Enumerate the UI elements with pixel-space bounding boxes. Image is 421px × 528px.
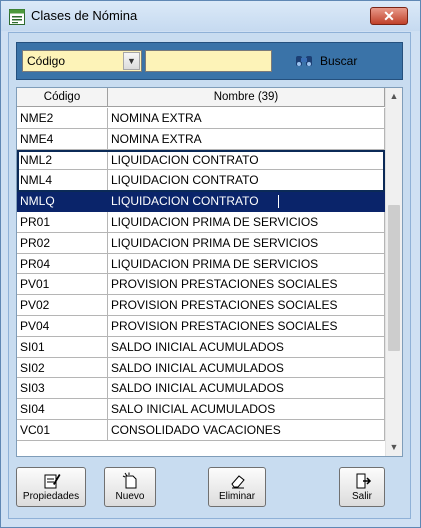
table-row[interactable]: PV01 PROVISION PRESTACIONES SOCIALES: [17, 274, 385, 296]
table-row[interactable]: NML2 LIQUIDACION CONTRATO: [17, 149, 385, 171]
cell-code[interactable]: NML2: [17, 149, 108, 171]
close-button[interactable]: ✕: [370, 7, 408, 25]
cell-code[interactable]: VC01: [17, 419, 108, 441]
new-button-label: Nuevo: [115, 491, 145, 502]
delete-button-label: Eliminar: [218, 491, 256, 502]
properties-button-label: Propiedades: [22, 491, 80, 502]
cell-code[interactable]: SI03: [17, 378, 108, 400]
search-button[interactable]: Buscar: [293, 49, 377, 73]
scroll-down-icon[interactable]: ▼: [386, 439, 402, 456]
cell-name[interactable]: LIQUIDACION CONTRATO: [108, 170, 385, 192]
column-header-code[interactable]: Código: [17, 88, 108, 107]
cell-name[interactable]: SALDO INICIAL ACUMULADOS: [108, 336, 385, 358]
cell-name[interactable]: NOMINA EXTRA: [108, 108, 385, 129]
new-button[interactable]: Nuevo: [104, 467, 156, 507]
table-row[interactable]: NME4 NOMINA EXTRA: [17, 128, 385, 150]
cell-code[interactable]: SI04: [17, 399, 108, 420]
cell-name[interactable]: SALO INICIAL ACUMULADOS: [108, 399, 385, 420]
exit-button[interactable]: Salir: [339, 467, 385, 507]
table-row[interactable]: NMLQ LIQUIDACION CONTRATO: [17, 191, 385, 212]
scrollbar-thumb[interactable]: [388, 205, 400, 351]
cell-name[interactable]: LIQUIDACION CONTRATO: [108, 191, 385, 212]
binoculars-icon: [296, 56, 312, 66]
cell-code[interactable]: PR04: [17, 253, 108, 275]
cell-name[interactable]: LIQUIDACION PRIMA DE SERVICIOS: [108, 253, 385, 275]
search-field-value: Código: [27, 54, 66, 68]
cell-code[interactable]: NME4: [17, 128, 108, 150]
scroll-up-icon[interactable]: ▲: [386, 88, 402, 105]
table-row[interactable]: SI04 SALO INICIAL ACUMULADOS: [17, 399, 385, 420]
table-row[interactable]: NML4 LIQUIDACION CONTRATO: [17, 170, 385, 192]
cell-code[interactable]: PV01: [17, 274, 108, 296]
cell-name[interactable]: PROVISION PRESTACIONES SOCIALES: [108, 295, 385, 316]
cell-code[interactable]: PV02: [17, 295, 108, 316]
cell-name[interactable]: PROVISION PRESTACIONES SOCIALES: [108, 315, 385, 337]
cell-name[interactable]: LIQUIDACION CONTRATO: [108, 149, 385, 171]
title-bar[interactable]: Clases de Nómina ✕: [1, 1, 420, 31]
column-header-name[interactable]: Nombre (39): [108, 88, 385, 107]
exit-button-label: Salir: [351, 491, 372, 502]
table-row[interactable]: VC01 CONSOLIDADO VACACIONES: [17, 419, 385, 441]
cell-code[interactable]: SI01: [17, 336, 108, 358]
table-row[interactable]: NME2 NOMINA EXTRA: [17, 108, 385, 129]
chevron-down-icon[interactable]: ▼: [123, 52, 140, 70]
table-row[interactable]: SI03 SALDO INICIAL ACUMULADOS: [17, 378, 385, 400]
table-row[interactable]: PR01 LIQUIDACION PRIMA DE SERVICIOS: [17, 211, 385, 233]
cell-code[interactable]: NME2: [17, 108, 108, 129]
cell-code[interactable]: NMLQ: [17, 191, 108, 212]
table-row[interactable]: PR02 LIQUIDACION PRIMA DE SERVICIOS: [17, 232, 385, 254]
classes-grid[interactable]: Código Nombre (39) NME2 NOMINA EXTRA NME4 N…: [16, 87, 403, 457]
table-row[interactable]: SI01 SALDO INICIAL ACUMULADOS: [17, 336, 385, 358]
edit-document-icon: [44, 474, 61, 489]
cell-name[interactable]: SALDO INICIAL ACUMULADOS: [108, 357, 385, 379]
search-button-label: Buscar: [320, 54, 358, 68]
table-row[interactable]: PV02 PROVISION PRESTACIONES SOCIALES: [17, 295, 385, 316]
window-title: Clases de Nómina: [31, 8, 138, 23]
vertical-scrollbar[interactable]: ▲ ▼: [385, 88, 402, 456]
cell-code[interactable]: PR02: [17, 232, 108, 254]
search-toolbar: Código ▼ Buscar: [16, 42, 403, 80]
eraser-icon: [231, 475, 245, 489]
table-row[interactable]: SI02 SALDO INICIAL ACUMULADOS: [17, 357, 385, 379]
grid-header: Código Nombre (39): [17, 88, 385, 108]
clases-de-nomina-window: Clases de Nómina ✕ Código ▼ Buscar Códig…: [0, 0, 421, 528]
table-row[interactable]: PR04 LIQUIDACION PRIMA DE SERVICIOS: [17, 253, 385, 275]
cell-name[interactable]: LIQUIDACION PRIMA DE SERVICIOS: [108, 211, 385, 233]
window-icon: [9, 9, 25, 25]
text-caret: [278, 195, 279, 209]
cell-code[interactable]: SI02: [17, 357, 108, 379]
properties-button[interactable]: Propiedades: [16, 467, 86, 507]
exit-door-icon: [356, 473, 372, 489]
cell-name[interactable]: PROVISION PRESTACIONES SOCIALES: [108, 274, 385, 296]
cell-name[interactable]: NOMINA EXTRA: [108, 128, 385, 150]
cell-code[interactable]: PV04: [17, 315, 108, 337]
grid-rows: NME2 NOMINA EXTRA NME4 NOMINA EXTRA NML2 LIQU…: [17, 108, 385, 441]
search-field-select[interactable]: Código ▼: [22, 50, 142, 72]
delete-button[interactable]: Eliminar: [208, 467, 266, 507]
cell-code[interactable]: NML4: [17, 170, 108, 192]
cell-name[interactable]: LIQUIDACION PRIMA DE SERVICIOS: [108, 232, 385, 254]
search-input[interactable]: [145, 50, 272, 72]
cell-name[interactable]: CONSOLIDADO VACACIONES: [108, 419, 385, 441]
close-icon: ✕: [383, 8, 395, 24]
cell-code[interactable]: PR01: [17, 211, 108, 233]
cell-name[interactable]: SALDO INICIAL ACUMULADOS: [108, 378, 385, 400]
new-document-icon: [122, 472, 137, 489]
table-row[interactable]: PV04 PROVISION PRESTACIONES SOCIALES: [17, 315, 385, 337]
client-area: Código ▼ Buscar Código Nombre (39) NME2 …: [8, 32, 411, 519]
